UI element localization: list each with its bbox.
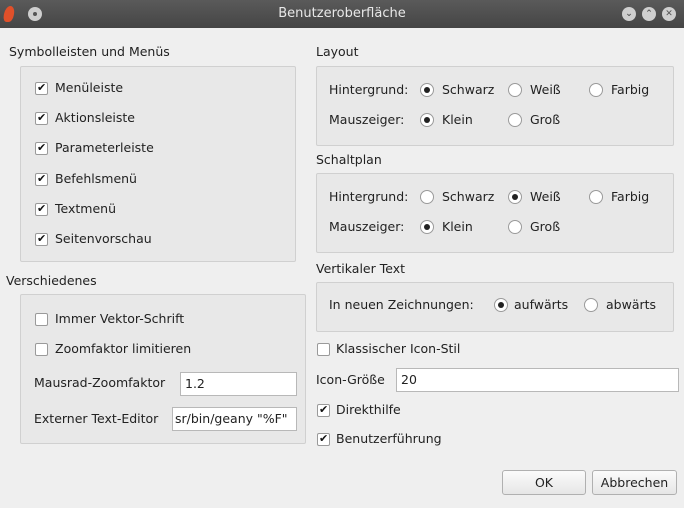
seitenvorschau-checkbox[interactable] [35, 232, 48, 246]
aktionsleiste-label[interactable]: Aktionsleiste [55, 110, 135, 125]
dialog-content: Symbolleisten und Menüs Menüleiste Aktio… [0, 28, 684, 508]
schaltplan-weiss-radio[interactable] [508, 190, 522, 204]
schaltplan-schwarz-radio[interactable] [420, 190, 434, 204]
schaltplan-farbig-label[interactable]: Farbig [611, 189, 649, 204]
symbolleisten-heading: Symbolleisten und Menüs [9, 44, 170, 59]
menueleiste-checkbox[interactable] [35, 81, 48, 95]
layout-farbig-radio[interactable] [589, 83, 603, 97]
layout-mauszeiger-label: Mauszeiger: [329, 112, 405, 127]
aktionsleiste-checkbox[interactable] [35, 111, 48, 125]
vektor-schrift-label[interactable]: Immer Vektor-Schrift [55, 311, 184, 326]
seitenvorschau-label[interactable]: Seitenvorschau [55, 231, 152, 246]
benutzerfuehrung-checkbox[interactable] [317, 432, 330, 446]
vertikaler-text-heading: Vertikaler Text [316, 261, 406, 276]
schaltplan-group [316, 173, 674, 253]
layout-weiss-radio[interactable] [508, 83, 522, 97]
vektor-schrift-checkbox[interactable] [35, 313, 48, 326]
befehlsmenue-label[interactable]: Befehlsmenü [55, 171, 137, 186]
zoomfaktor-checkbox[interactable] [35, 343, 48, 356]
direkthilfe-label[interactable]: Direkthilfe [336, 402, 401, 417]
klassischer-icon-stil-label[interactable]: Klassischer Icon-Stil [336, 341, 460, 356]
parameterleiste-checkbox[interactable] [35, 141, 48, 155]
title-bar[interactable]: Benutzeroberfläche ⌄ ⌃ ✕ [0, 0, 684, 28]
layout-hintergrund-label: Hintergrund: [329, 82, 409, 97]
layout-schwarz-label[interactable]: Schwarz [442, 82, 494, 97]
aufwaerts-label[interactable]: aufwärts [514, 297, 568, 312]
dialog-window: Benutzeroberfläche ⌄ ⌃ ✕ Symbolleisten u… [0, 0, 684, 508]
layout-weiss-label[interactable]: Weiß [530, 82, 561, 97]
text-editor-label: Externer Text-Editor [34, 411, 159, 426]
schaltplan-weiss-label[interactable]: Weiß [530, 189, 561, 204]
close-icon[interactable]: ✕ [662, 7, 676, 21]
neue-zeichnungen-label: In neuen Zeichnungen: [329, 297, 474, 312]
icon-groesse-input[interactable]: 20 [396, 368, 679, 392]
parameterleiste-label[interactable]: Parameterleiste [55, 140, 154, 155]
schaltplan-klein-label[interactable]: Klein [442, 219, 473, 234]
icon-groesse-label: Icon-Größe [316, 372, 385, 387]
schaltplan-schwarz-label[interactable]: Schwarz [442, 189, 494, 204]
menueleiste-label[interactable]: Menüleiste [55, 80, 123, 95]
schaltplan-farbig-radio[interactable] [589, 190, 603, 204]
schaltplan-hintergrund-label: Hintergrund: [329, 189, 409, 204]
schaltplan-gross-radio[interactable] [508, 220, 522, 234]
cancel-button[interactable]: Abbrechen [592, 470, 677, 495]
layout-klein-label[interactable]: Klein [442, 112, 473, 127]
textmenue-checkbox[interactable] [35, 202, 48, 216]
klassischer-icon-stil-checkbox[interactable] [317, 343, 330, 356]
zoomfaktor-label[interactable]: Zoomfaktor limitieren [55, 341, 191, 356]
befehlsmenue-checkbox[interactable] [35, 172, 48, 186]
window-title: Benutzeroberfläche [278, 6, 406, 21]
ok-button[interactable]: OK [502, 470, 586, 495]
layout-gross-label[interactable]: Groß [530, 112, 560, 127]
benutzerfuehrung-label[interactable]: Benutzerführung [336, 431, 442, 446]
layout-schwarz-radio[interactable] [420, 83, 434, 97]
schaltplan-heading: Schaltplan [316, 152, 382, 167]
mausrad-zoomfaktor-input[interactable]: 1.2 [180, 372, 297, 396]
layout-klein-radio[interactable] [420, 113, 434, 127]
layout-heading: Layout [316, 44, 359, 59]
schaltplan-klein-radio[interactable] [420, 220, 434, 234]
schaltplan-mauszeiger-label: Mauszeiger: [329, 219, 405, 234]
aufwaerts-radio[interactable] [494, 298, 508, 312]
verschiedenes-heading: Verschiedenes [6, 273, 97, 288]
direkthilfe-checkbox[interactable] [317, 403, 330, 417]
layout-farbig-label[interactable]: Farbig [611, 82, 649, 97]
layout-group [316, 66, 674, 146]
abwaerts-label[interactable]: abwärts [606, 297, 656, 312]
layout-gross-radio[interactable] [508, 113, 522, 127]
maximize-icon[interactable]: ⌃ [642, 7, 656, 21]
mausrad-zoomfaktor-label: Mausrad-Zoomfaktor [34, 375, 166, 390]
abwaerts-radio[interactable] [584, 298, 598, 312]
text-editor-input[interactable]: sr/bin/geany "%F" [172, 407, 297, 431]
schaltplan-gross-label[interactable]: Groß [530, 219, 560, 234]
textmenue-label[interactable]: Textmenü [55, 201, 116, 216]
minimize-icon[interactable]: ⌄ [622, 7, 636, 21]
